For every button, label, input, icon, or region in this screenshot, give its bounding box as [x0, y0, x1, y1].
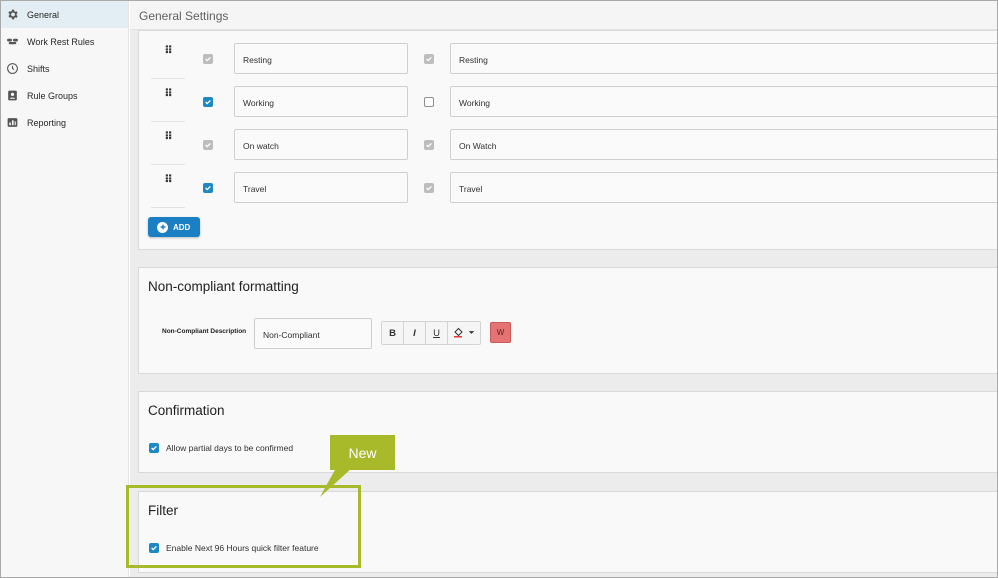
status-enabled-checkbox[interactable]	[203, 140, 213, 150]
color-swatch[interactable]: W	[490, 322, 511, 343]
badge-icon	[6, 89, 19, 102]
sidebar-item-general[interactable]: General	[1, 1, 128, 28]
status-enabled-checkbox[interactable]	[203, 183, 213, 193]
status-name-field[interactable]: Travel	[234, 172, 408, 203]
status-row: ⠿ On watch On Watch	[139, 117, 997, 165]
format-toolbar: B I U	[381, 321, 481, 345]
add-status-button[interactable]: ADD	[148, 217, 200, 237]
drag-handle-icon[interactable]: ⠿	[151, 37, 185, 79]
status-row: ⠿ Resting Resting	[139, 31, 997, 79]
underline-button[interactable]: U	[426, 322, 448, 344]
page-title: General Settings	[130, 1, 997, 30]
status-display-checkbox[interactable]	[424, 97, 434, 107]
sidebar-item-reporting[interactable]: Reporting	[1, 109, 128, 136]
noncompliant-description-field[interactable]: Non-Compliant	[254, 318, 372, 349]
status-name-field[interactable]: On watch	[234, 129, 408, 160]
sidebar-item-label: Shifts	[27, 63, 50, 74]
fill-color-button[interactable]	[448, 322, 480, 344]
sidebar-item-label: Reporting	[27, 117, 67, 128]
report-icon	[6, 116, 19, 129]
chevron-down-icon	[468, 328, 475, 339]
sidebar-item-shifts[interactable]: Shifts	[1, 55, 128, 82]
noncompliant-card: Non-compliant formatting Non-Compliant D…	[138, 267, 997, 374]
confirmation-checkbox[interactable]	[149, 443, 159, 453]
plus-icon	[157, 221, 168, 233]
sidebar-item-label: General	[27, 9, 60, 20]
status-enabled-checkbox[interactable]	[203, 97, 213, 107]
status-display-checkbox[interactable]	[424, 54, 434, 64]
status-display-field[interactable]: Working	[450, 86, 997, 117]
add-button-label: ADD	[173, 222, 191, 232]
rules-icon	[6, 35, 19, 48]
sidebar: General Work Rest Rules Shifts Rule Grou…	[1, 1, 129, 577]
confirmation-title: Confirmation	[148, 403, 225, 418]
new-callout: New	[330, 435, 395, 470]
sidebar-item-rule-groups[interactable]: Rule Groups	[1, 82, 128, 109]
sidebar-item-work-rest-rules[interactable]: Work Rest Rules	[1, 28, 128, 55]
status-row: ⠿ Working Working	[139, 74, 997, 122]
status-display-field[interactable]: Travel	[450, 172, 997, 203]
drag-handle-icon[interactable]: ⠿	[151, 123, 185, 165]
confirmation-card: Confirmation Allow partial days to be co…	[138, 391, 997, 473]
gear-icon	[6, 8, 19, 21]
sidebar-item-label: Work Rest Rules	[27, 36, 95, 47]
status-display-checkbox[interactable]	[424, 183, 434, 193]
bold-button[interactable]: B	[382, 322, 404, 344]
status-enabled-checkbox[interactable]	[203, 54, 213, 64]
status-display-field[interactable]: On Watch	[450, 129, 997, 160]
noncompliant-title: Non-compliant formatting	[148, 279, 299, 294]
status-card: ⠿ Resting Resting ⠿ Working Working ⠿ On…	[138, 30, 997, 250]
drag-handle-icon[interactable]: ⠿	[151, 80, 185, 122]
noncompliant-description-label: Non-Compliant Description	[162, 328, 247, 335]
paint-bucket-icon	[453, 326, 465, 341]
confirmation-checkbox-label: Allow partial days to be confirmed	[166, 443, 294, 453]
status-display-checkbox[interactable]	[424, 140, 434, 150]
italic-button[interactable]: I	[404, 322, 426, 344]
sidebar-item-label: Rule Groups	[27, 90, 78, 101]
callout-pointer	[320, 468, 352, 497]
status-row: ⠿ Travel Travel	[139, 160, 997, 208]
status-name-field[interactable]: Working	[234, 86, 408, 117]
status-display-field[interactable]: Resting	[450, 43, 997, 74]
status-name-field[interactable]: Resting	[234, 43, 408, 74]
clock-icon	[6, 62, 19, 75]
drag-handle-icon[interactable]: ⠿	[151, 166, 185, 208]
